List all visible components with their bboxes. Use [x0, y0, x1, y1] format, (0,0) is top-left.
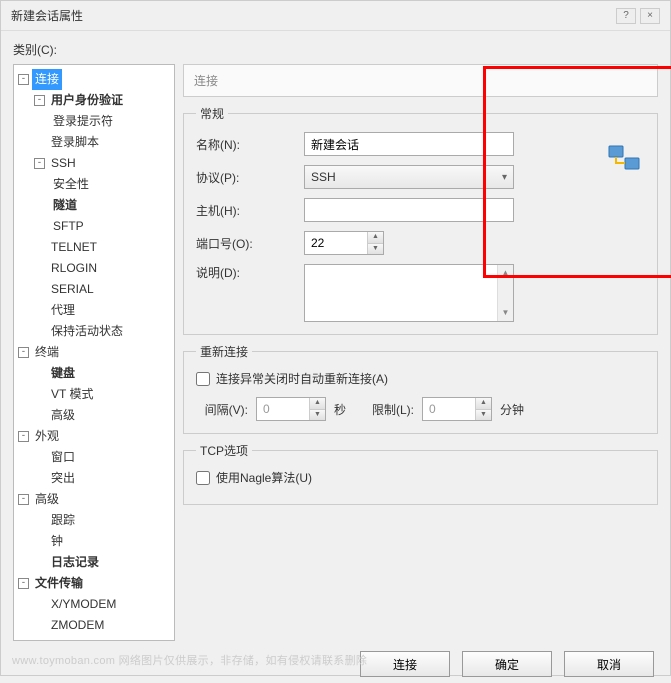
- chevron-down-icon[interactable]: ▼: [476, 410, 491, 421]
- tree-toggle-icon[interactable]: -: [18, 494, 29, 505]
- interval-input[interactable]: [257, 398, 309, 420]
- port-spinner[interactable]: ▲▼: [304, 231, 384, 255]
- port-input[interactable]: [305, 232, 367, 254]
- general-fieldset: 常规 名称(N): 协议(P): SSH 主机(H):: [183, 105, 658, 335]
- auto-reconnect-label: 连接异常关闭时自动重新连接(A): [216, 370, 388, 387]
- interval-label: 间隔(V):: [196, 401, 248, 418]
- ok-button[interactable]: 确定: [462, 651, 552, 677]
- nagle-label: 使用Nagle算法(U): [216, 469, 312, 486]
- cancel-button[interactable]: 取消: [564, 651, 654, 677]
- dialog-body: 类别(C): -连接 -用户身份验证 登录提示符 登录脚本 -SSH 安全性 隧…: [1, 31, 670, 683]
- interval-unit: 秒: [334, 401, 346, 418]
- tree-toggle-icon[interactable]: -: [18, 578, 29, 589]
- main-area: -连接 -用户身份验证 登录提示符 登录脚本 -SSH 安全性 隧道 SFTP …: [13, 64, 658, 641]
- chevron-up-icon[interactable]: ▲: [368, 232, 383, 244]
- name-label: 名称(N):: [196, 136, 304, 153]
- titlebar-buttons: ? ×: [616, 8, 660, 24]
- tree-item-loginscript[interactable]: 登录脚本: [48, 132, 102, 153]
- tree-item-ssh[interactable]: SSH: [48, 153, 79, 174]
- host-input[interactable]: [304, 198, 514, 222]
- reconnect-legend: 重新连接: [196, 343, 252, 360]
- pane-header: 连接: [183, 64, 658, 97]
- window-title: 新建会话属性: [11, 7, 83, 24]
- help-button[interactable]: ?: [616, 8, 636, 24]
- tree-item-window[interactable]: 窗口: [48, 447, 78, 468]
- tree-item-zmodem[interactable]: ZMODEM: [48, 615, 107, 636]
- tree-item-sftp[interactable]: SFTP: [50, 216, 87, 237]
- footer-buttons: 连接 确定 取消: [13, 641, 658, 677]
- tree-item-rlogin[interactable]: RLOGIN: [48, 258, 100, 279]
- chevron-down-icon[interactable]: ▼: [368, 244, 383, 255]
- desc-textarea-wrap: ▲▼: [304, 264, 514, 322]
- tree-item-vtmode[interactable]: VT 模式: [48, 384, 96, 405]
- protocol-select[interactable]: SSH: [304, 165, 514, 189]
- limit-label: 限制(L):: [354, 401, 414, 418]
- tree-item-connection[interactable]: 连接: [32, 69, 62, 90]
- host-label: 主机(H):: [196, 202, 304, 219]
- tree-item-advanced[interactable]: 高级: [32, 489, 62, 510]
- connect-button[interactable]: 连接: [360, 651, 450, 677]
- tree-item-userauth[interactable]: 用户身份验证: [48, 90, 126, 111]
- tree-item-logging[interactable]: 日志记录: [48, 552, 102, 573]
- nagle-checkbox[interactable]: [196, 471, 210, 485]
- scrollbar[interactable]: ▲▼: [497, 265, 513, 321]
- category-tree[interactable]: -连接 -用户身份验证 登录提示符 登录脚本 -SSH 安全性 隧道 SFTP …: [13, 64, 175, 641]
- tree-item-keyboard[interactable]: 键盘: [48, 363, 78, 384]
- titlebar: 新建会话属性 ? ×: [1, 1, 670, 31]
- tree-item-trace[interactable]: 跟踪: [48, 510, 78, 531]
- tree-item-serial[interactable]: SERIAL: [48, 279, 97, 300]
- tree-toggle-icon[interactable]: -: [34, 95, 45, 106]
- limit-spinner[interactable]: ▲▼: [422, 397, 492, 421]
- tree-item-filetransfer[interactable]: 文件传输: [32, 573, 86, 594]
- chevron-down-icon[interactable]: ▼: [498, 305, 513, 321]
- chevron-up-icon[interactable]: ▲: [476, 398, 491, 410]
- auto-reconnect-checkbox[interactable]: [196, 372, 210, 386]
- tree-item-xymodem[interactable]: X/YMODEM: [48, 594, 119, 615]
- tree-toggle-icon[interactable]: -: [18, 431, 29, 442]
- tree-item-loginprompt[interactable]: 登录提示符: [50, 111, 116, 132]
- protocol-label: 协议(P):: [196, 169, 304, 186]
- tree-item-advanced-t[interactable]: 高级: [48, 405, 78, 426]
- tree-item-telnet[interactable]: TELNET: [48, 237, 100, 258]
- tcp-legend: TCP选项: [196, 442, 252, 459]
- tree-toggle-icon[interactable]: -: [18, 347, 29, 358]
- dialog-window: 新建会话属性 ? × 类别(C): -连接 -用户身份验证 登录提示符 登录脚本…: [0, 0, 671, 676]
- tree-item-tunnel[interactable]: 隧道: [50, 195, 80, 216]
- desc-label: 说明(D):: [196, 264, 304, 281]
- chevron-up-icon[interactable]: ▲: [498, 265, 513, 281]
- chevron-down-icon[interactable]: ▼: [310, 410, 325, 421]
- category-label: 类别(C):: [13, 41, 658, 58]
- reconnect-fieldset: 重新连接 连接异常关闭时自动重新连接(A) 间隔(V): ▲▼ 秒 限制(L):: [183, 343, 658, 434]
- network-icon: [607, 144, 641, 174]
- desc-textarea[interactable]: [305, 265, 497, 321]
- port-label: 端口号(O):: [196, 235, 304, 252]
- tree-item-terminal[interactable]: 终端: [32, 342, 62, 363]
- interval-spinner[interactable]: ▲▼: [256, 397, 326, 421]
- tree-item-security[interactable]: 安全性: [50, 174, 92, 195]
- limit-unit: 分钟: [500, 401, 524, 418]
- tree-toggle-icon[interactable]: -: [34, 158, 45, 169]
- settings-pane: 连接 常规 名称(N): 协议(P): SSH 主机(H): [183, 64, 658, 641]
- tcp-fieldset: TCP选项 使用Nagle算法(U): [183, 442, 658, 505]
- tree-item-appearance[interactable]: 外观: [32, 426, 62, 447]
- chevron-up-icon[interactable]: ▲: [310, 398, 325, 410]
- tree-item-proxy[interactable]: 代理: [48, 300, 78, 321]
- limit-input[interactable]: [423, 398, 475, 420]
- tree-item-highlight[interactable]: 突出: [48, 468, 78, 489]
- tree-item-keepalive[interactable]: 保持活动状态: [48, 321, 126, 342]
- close-button[interactable]: ×: [640, 8, 660, 24]
- general-legend: 常规: [196, 105, 228, 122]
- name-input[interactable]: [304, 132, 514, 156]
- tree-item-bell[interactable]: 钟: [48, 531, 66, 552]
- tree-toggle-icon[interactable]: -: [18, 74, 29, 85]
